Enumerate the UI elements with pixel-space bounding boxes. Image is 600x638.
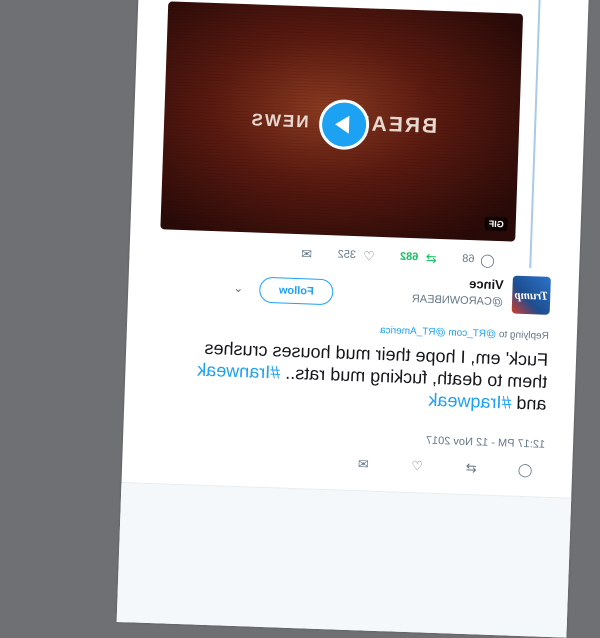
replying-mentions[interactable]: @RT_com @RT_America bbox=[380, 325, 496, 340]
message-action[interactable]: ✉ bbox=[299, 245, 313, 262]
tweet-timestamp[interactable]: 12:17 PM - 12 Nov 2017 bbox=[426, 435, 546, 451]
reply-icon: ◯ bbox=[479, 251, 496, 268]
follow-button[interactable]: Follow bbox=[258, 276, 334, 306]
tweet-text: Fuck' em, I hope their mud houses crushe… bbox=[146, 335, 548, 415]
envelope-icon[interactable]: ✉ bbox=[356, 456, 370, 471]
thread-line bbox=[529, 0, 542, 269]
gif-badge: GIF bbox=[484, 216, 508, 232]
hashtag-iranweak[interactable]: #Iranweak bbox=[197, 360, 281, 383]
retweet-action[interactable]: ⇄ 682 bbox=[400, 250, 439, 265]
author-name[interactable]: Vince bbox=[363, 272, 504, 292]
avatar[interactable]: Trump bbox=[511, 275, 551, 315]
tweet-text-and: and bbox=[516, 392, 547, 414]
replying-prefix: Replying to bbox=[498, 329, 550, 342]
heart-icon[interactable]: ♡ bbox=[410, 458, 424, 473]
tweet-card: BREAK NEWS GIF ◯ 68 ⇄ 682 ♡ 352 ✉ Trump … bbox=[116, 0, 590, 638]
user-block[interactable]: Vince @CAROWNBEAR bbox=[363, 272, 504, 308]
reply-count: 68 bbox=[462, 252, 475, 266]
chevron-down-icon[interactable]: ⌄ bbox=[233, 281, 244, 295]
avatar-logo-text: Trump bbox=[514, 287, 549, 303]
retweet-count: 682 bbox=[399, 250, 419, 264]
author-handle[interactable]: @CAROWNBEAR bbox=[363, 291, 504, 308]
reply-icon[interactable]: ◯ bbox=[518, 461, 533, 476]
like-action[interactable]: ♡ 352 bbox=[337, 247, 376, 264]
replying-to: Replying to @RT_com @RT_America bbox=[380, 325, 549, 342]
tweet-actions: ◯ ⇄ ♡ ✉ bbox=[342, 456, 533, 477]
play-triangle bbox=[334, 115, 350, 134]
like-count: 352 bbox=[337, 248, 357, 262]
envelope-icon: ✉ bbox=[300, 245, 313, 262]
play-icon[interactable] bbox=[318, 98, 370, 151]
retweet-icon: ⇄ bbox=[425, 250, 437, 266]
hashtag-iraqweak[interactable]: #Iraqweak bbox=[428, 390, 512, 413]
footer-area bbox=[116, 483, 572, 638]
news-text: NEWS bbox=[249, 110, 309, 132]
heart-icon: ♡ bbox=[362, 247, 376, 264]
quoted-media-gif[interactable]: BREAK NEWS GIF bbox=[160, 1, 524, 242]
retweet-icon[interactable]: ⇄ bbox=[464, 460, 478, 475]
quoted-tweet-actions: ◯ 68 ⇄ 682 ♡ 352 ✉ bbox=[294, 244, 495, 269]
mirrored-stage: BREAK NEWS GIF ◯ 68 ⇄ 682 ♡ 352 ✉ Trump … bbox=[0, 0, 600, 638]
reply-action[interactable]: ◯ 68 bbox=[462, 252, 495, 267]
